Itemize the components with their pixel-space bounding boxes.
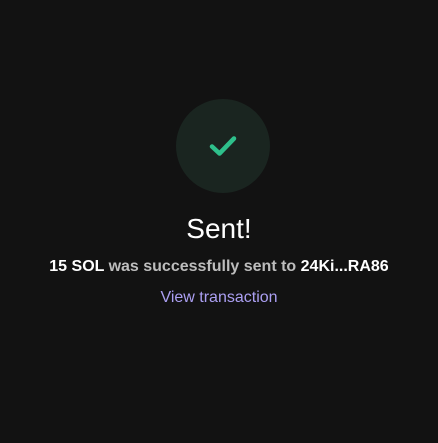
view-transaction-link[interactable]: View transaction <box>0 287 438 309</box>
message-middle-text: was successfully sent to <box>104 258 301 275</box>
send-success-screen: Sent! 15 SOL was successfully sent to 24… <box>0 0 438 443</box>
recipient-address: 24Ki...RA86 <box>300 258 389 275</box>
view-transaction-label[interactable]: View transaction <box>160 289 277 306</box>
amount-text: 15 SOL <box>49 258 105 275</box>
success-message: 15 SOL was successfully sent to 24Ki...R… <box>0 256 438 278</box>
page-title: Sent! <box>186 213 252 244</box>
success-icon-circle <box>176 99 270 193</box>
checkmark-icon <box>209 136 237 156</box>
